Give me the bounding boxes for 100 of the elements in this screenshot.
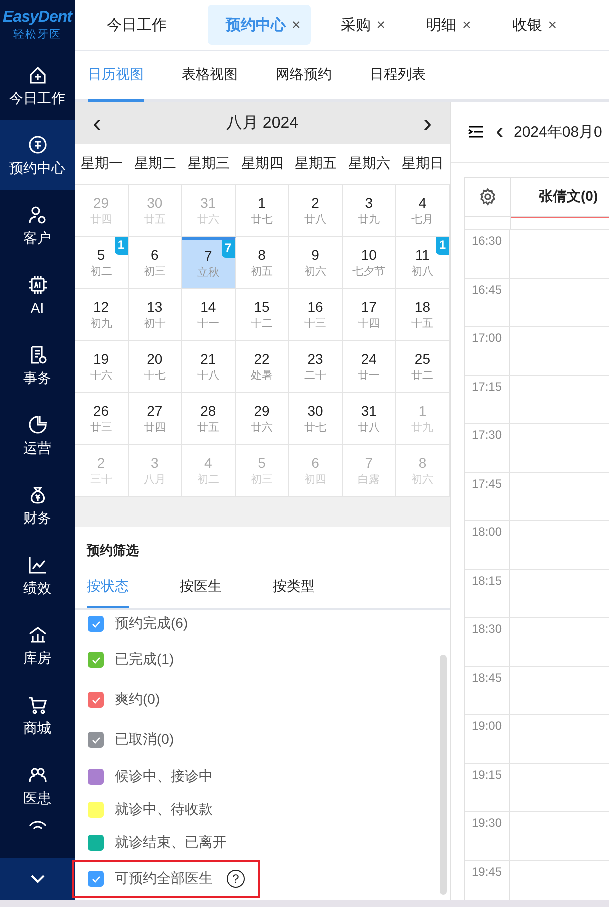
calendar-day[interactable]: 14 十一 [182,289,236,341]
sidebar-item[interactable]: 预约中心 [0,120,75,190]
time-label: 19:30 [465,812,510,860]
calendar-day[interactable]: 10 七夕节 [342,237,396,289]
time-label: 17:30 [465,424,510,472]
status-label: 候诊中、接诊中 [115,768,213,786]
time-label: 17:00 [465,327,510,374]
home-icon [28,64,48,84]
calendar-day[interactable]: 28 廿五 [182,393,236,445]
status-checkbox[interactable] [88,732,104,748]
menu-icon [466,123,486,141]
time-label: 18:30 [465,618,510,666]
calendar-day[interactable]: 29 廿六 [236,393,290,445]
weekday-label: 星期日 [401,155,446,173]
sidebar-item[interactable]: 医患 [0,750,75,820]
close-icon[interactable]: × [462,16,472,34]
previous-day-button[interactable]: ‹ [496,120,504,144]
weekday-label: 星期一 [80,155,124,173]
calendar-day[interactable]: 17 十四 [342,289,396,341]
settings-icon [478,188,496,206]
time-label: 19:15 [465,764,510,811]
sidebar-item[interactable]: 库房 [0,610,75,680]
tab[interactable]: 采购 × [310,5,397,45]
calendar-day[interactable]: 8 初五 [236,237,290,289]
calendar-day[interactable]: 9 初六 [289,237,343,289]
calendar-day[interactable]: 20 十七 [128,341,182,393]
scrollbar[interactable] [440,655,447,895]
sidebar-item[interactable]: 客户 [0,190,75,260]
status-checkbox[interactable] [88,652,104,668]
sidebar-item[interactable]: 绩效 [0,540,75,610]
appointment-count-badge: 1 [114,237,128,255]
calendar-day[interactable]: 18 十五 [396,289,450,341]
brand-subtitle: 轻松牙医 [14,29,62,41]
weekday-label: 星期五 [294,155,338,173]
appointment-count-badge: 7 [222,240,235,258]
calendar-day[interactable]: 7 立秋 7 [182,237,236,289]
sidebar-item[interactable]: 商城 [0,680,75,750]
calendar-day[interactable]: 22 处暑 [236,341,290,393]
tab[interactable]: 收银 × [482,5,568,45]
calendar-day[interactable]: 23 二十 [289,341,343,393]
filter-tab[interactable]: 按类型 [273,568,315,608]
weekday-label: 星期六 [348,155,392,173]
month-title: 八月 2024 [226,114,299,134]
calendar-day[interactable]: 2 廿八 [289,185,343,237]
calendar-day[interactable]: 21 十八 [182,341,236,393]
status-label: 爽约(0) [115,691,160,709]
tab[interactable]: 今日工作 [75,5,178,45]
time-label: 18:00 [465,521,510,568]
chip-icon [28,274,48,294]
help-icon[interactable]: ? [227,870,245,888]
status-label: 就诊中、待收款 [115,800,213,818]
calendar-day[interactable]: 25 廿二 [396,341,450,393]
view-tab[interactable]: 网络预约 [276,51,332,102]
sidebar-item[interactable]: AI [0,260,75,330]
status-checkbox[interactable] [88,692,104,708]
appointment-count-badge: 1 [436,237,449,255]
previous-month-button[interactable]: ‹ [87,110,108,136]
time-label: 19:00 [465,715,510,762]
calendar-day[interactable]: 16 十三 [289,289,343,341]
calendar-day[interactable]: 3 廿九 [342,185,396,237]
time-label: 18:15 [465,570,510,617]
time-label: 19:45 [465,860,510,900]
time-label: 17:15 [465,376,510,423]
line-chart-icon [28,554,48,574]
close-icon[interactable]: × [376,16,386,34]
status-label: 就诊结束、已离开 [115,834,227,852]
calendar-day[interactable]: 24 廿一 [342,341,396,393]
calendar-day[interactable]: 30 廿七 [289,393,343,445]
calendar-day[interactable]: 27 廿四 [128,393,182,445]
weekday-label: 星期四 [240,155,284,173]
view-tab[interactable]: 日程列表 [370,51,426,102]
close-icon[interactable]: × [548,16,558,34]
calendar-day[interactable]: 13 初十 [128,289,182,341]
close-icon[interactable]: × [292,16,301,34]
calendar-day[interactable]: 31 廿八 [342,393,396,445]
status-label: 已取消(0) [115,731,174,749]
calendar-day[interactable]: 26 廿三 [75,393,129,445]
sidebar-item[interactable]: 运营 [0,400,75,470]
filter-title: 预约筛选 [86,542,140,560]
calendar-day[interactable]: 11 初八 1 [396,237,450,289]
tab[interactable]: 明细 × [396,5,482,45]
calendar-day[interactable]: 5 初二 1 [75,237,129,289]
sidebar-item[interactable]: 事务 [0,330,75,400]
sidebar-item[interactable]: 今日工作 [0,50,75,120]
filter-tab[interactable]: 按医生 [180,568,222,608]
time-label: 18:45 [465,666,510,714]
calendar-day[interactable]: 19 十六 [75,341,129,393]
person-icon [28,204,48,224]
next-month-button[interactable]: › [417,110,438,136]
calendar-day[interactable]: 1 廿七 [236,185,290,237]
expand-button[interactable] [0,858,75,900]
calendar-day[interactable]: 12 初九 [75,289,129,341]
status-checkbox[interactable] [88,616,104,632]
calendar-day[interactable]: 15 十二 [236,289,290,341]
view-tab[interactable]: 表格视图 [182,51,238,102]
weekday-label: 星期二 [133,155,178,173]
all-doctors-checkbox[interactable] [88,871,104,887]
doctor-column-header: 张倩文(0) [538,187,600,206]
sidebar-item[interactable]: 财务 [0,470,75,540]
tab[interactable]: 预约中心 × [208,5,311,45]
